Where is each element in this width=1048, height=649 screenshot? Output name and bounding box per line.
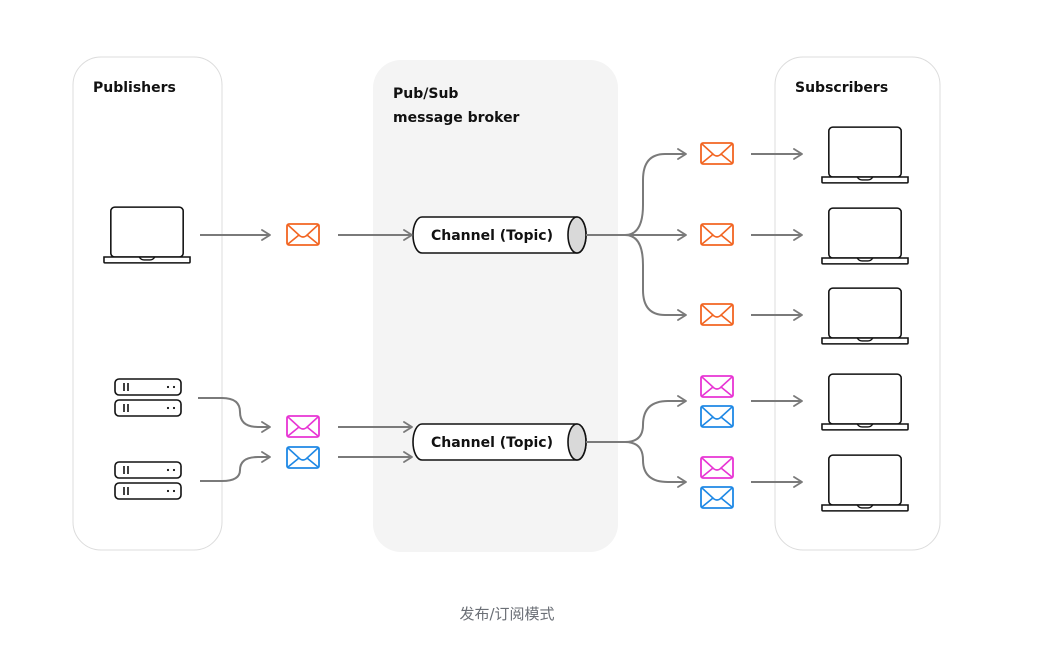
publishers-title: Publishers [93, 80, 176, 96]
broker-panel [373, 60, 618, 552]
magenta-message-envelope-icon [286, 415, 320, 438]
fanout-arrow [624, 441, 687, 488]
subscribers-title: Subscribers [795, 80, 888, 96]
laptop-icon [821, 287, 909, 345]
orange-message-envelope-icon [700, 223, 734, 246]
channel-label: Channel (Topic) [431, 228, 553, 244]
channel-cylinder-1: Channel (Topic) [412, 216, 587, 254]
magenta-message-envelope-icon [700, 456, 734, 479]
pubsub-diagram: Publishers Pub/Sub message broker Subscr… [72, 56, 941, 552]
magenta-message-envelope-icon [700, 375, 734, 398]
fanout-arrow [624, 148, 687, 236]
channel-cylinder-2: Channel (Topic) [412, 423, 587, 461]
fanout-arrow [624, 234, 687, 321]
fanout-arrow [624, 395, 687, 443]
laptop-icon [821, 373, 909, 431]
broker-title-line2: message broker [393, 110, 520, 126]
blue-message-envelope-icon [700, 405, 734, 428]
laptop-icon [821, 126, 909, 184]
channel-label: Channel (Topic) [431, 435, 553, 451]
broker-title-line1: Pub/Sub [393, 86, 458, 102]
blue-message-envelope-icon [286, 446, 320, 469]
orange-message-envelope-icon [700, 142, 734, 165]
orange-message-envelope-icon [286, 223, 320, 246]
laptop-icon [821, 454, 909, 512]
diagram-caption: 发布/订阅模式 [459, 605, 555, 623]
laptop-icon [103, 206, 191, 264]
blue-message-envelope-icon [700, 486, 734, 509]
laptop-icon [821, 207, 909, 265]
orange-message-envelope-icon [700, 303, 734, 326]
